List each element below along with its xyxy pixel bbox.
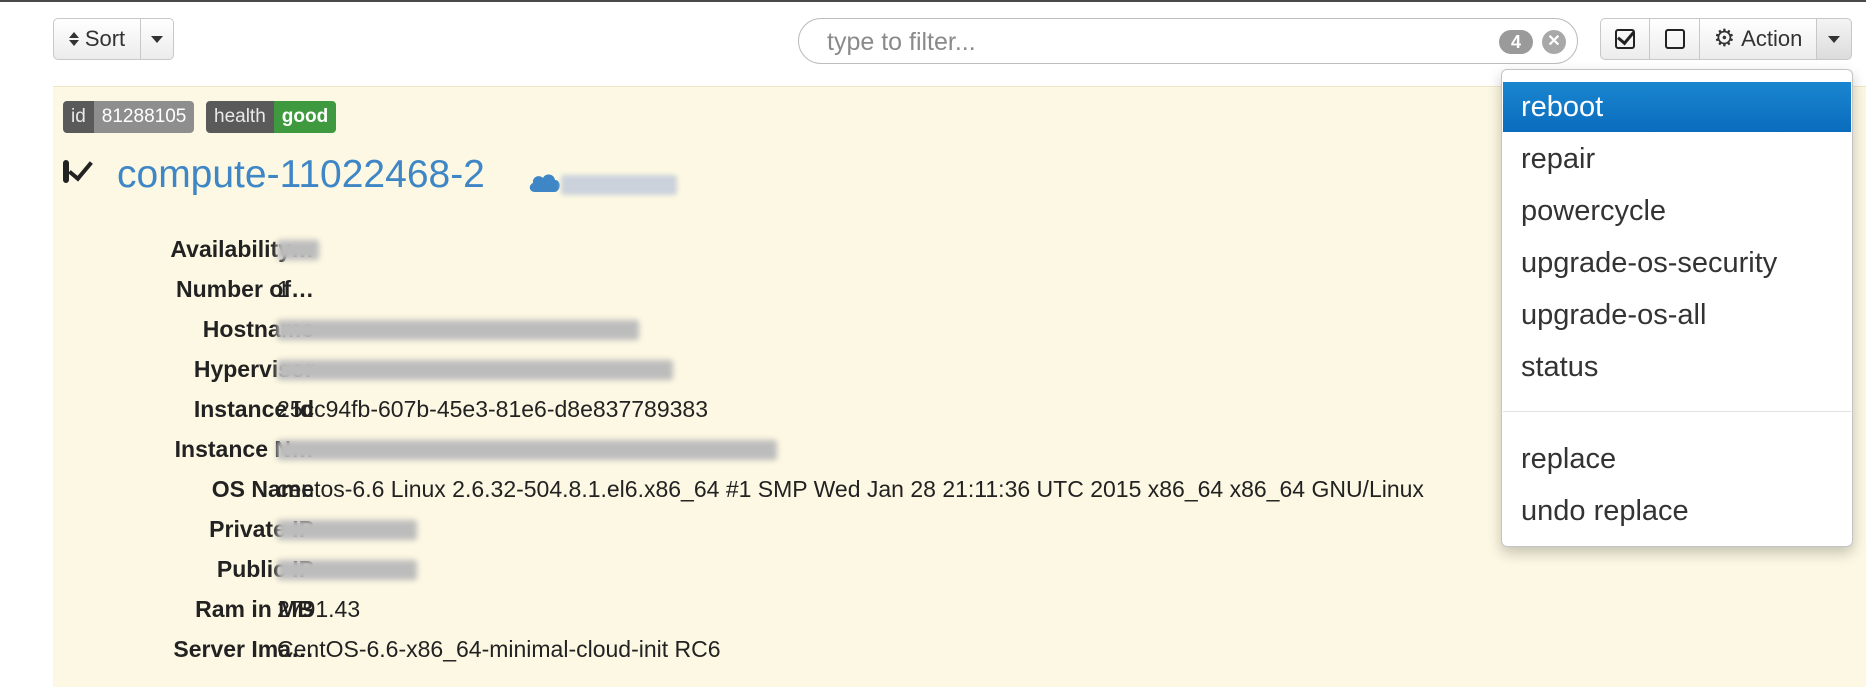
top-border (0, 0, 1866, 2)
health-label: health good (206, 101, 337, 133)
sort-label: Sort (84, 26, 126, 51)
property-row: Availability… (53, 228, 1553, 268)
menu-item-undo-replace[interactable]: undo replace (1503, 486, 1851, 536)
menu-item-reboot[interactable]: reboot (1503, 82, 1851, 132)
menu-item-upgrade-os-security[interactable]: upgrade-os-security (1503, 238, 1851, 288)
uncheck-all-button[interactable] (1650, 18, 1700, 60)
action-label: Action (1741, 26, 1803, 51)
caret-down-icon (151, 35, 163, 43)
menu-item-upgrade-os-all[interactable]: upgrade-os-all (1503, 290, 1851, 340)
filter-count-badge: 4 (1499, 30, 1533, 54)
checkbox-checked-icon (63, 160, 69, 183)
property-row: Public IP (53, 548, 1553, 588)
menu-divider (1503, 411, 1851, 412)
instance-title[interactable]: compute-11022468-2 (117, 153, 485, 197)
action-dropdown-menu: reboot repair powercycle upgrade-os-secu… (1501, 69, 1853, 547)
menu-item-powercycle[interactable]: powercycle (1503, 186, 1851, 236)
redacted-value (277, 520, 417, 540)
redacted-value (277, 320, 639, 340)
property-row: Instance Id 25cc94fb-607b-45e3-81e6-d8e8… (53, 388, 1553, 428)
filter-input[interactable] (825, 27, 1469, 57)
property-value: 25cc94fb-607b-45e3-81e6-d8e837789383 (277, 396, 708, 422)
clear-icon[interactable]: ✕ (1542, 30, 1566, 54)
sort-button[interactable]: Sort (53, 18, 141, 60)
sort-dropdown-toggle[interactable] (141, 18, 174, 60)
redacted-value (277, 360, 673, 380)
property-row: Server Ima… CentOS-6.6-x86_64-minimal-cl… (53, 628, 1553, 668)
gear-icon: ⚙ (1713, 25, 1736, 52)
uncheck-all-icon (1664, 29, 1685, 49)
cloud-icon (529, 174, 560, 192)
property-row: OS Name centos-6.6 Linux 2.6.32-504.8.1.… (53, 468, 1553, 508)
redacted-region (561, 175, 677, 195)
filter-box: 4 ✕ (798, 18, 1578, 64)
redacted-value (277, 560, 417, 580)
property-row: Number of… 1 (53, 268, 1553, 308)
sort-icon (68, 32, 79, 46)
property-row: Instance N… (53, 428, 1553, 468)
property-row: Hostname (53, 308, 1553, 348)
property-row: Private IP (53, 508, 1553, 548)
property-value: 1 (277, 276, 290, 302)
action-button[interactable]: ⚙ Action (1700, 18, 1817, 60)
menu-item-status[interactable]: status (1503, 342, 1851, 392)
property-value: CentOS-6.6-x86_64-minimal-cloud-init RC6 (277, 636, 721, 662)
instance-select-checkbox[interactable] (63, 160, 95, 191)
property-value: centos-6.6 Linux 2.6.32-504.8.1.el6.x86_… (277, 476, 1424, 502)
menu-item-repair[interactable]: repair (1503, 134, 1851, 184)
action-dropdown-toggle[interactable] (1817, 18, 1852, 60)
sort-button-group: Sort (53, 18, 174, 60)
menu-item-replace[interactable]: replace (1503, 434, 1851, 484)
property-row: Hypervisor (53, 348, 1553, 388)
id-label-key: id (63, 101, 94, 133)
health-label-key: health (206, 101, 274, 133)
health-label-value: good (273, 101, 337, 133)
redacted-value (277, 240, 319, 260)
id-label: id 81288105 (63, 101, 195, 133)
redacted-value (277, 440, 777, 460)
caret-down-icon (1828, 35, 1840, 43)
action-button-group: ⚙ Action (1600, 18, 1852, 60)
check-all-icon (1615, 29, 1635, 49)
property-row: Ram in MB 2791.43 (53, 588, 1553, 628)
id-label-value: 81288105 (93, 101, 195, 133)
property-value: 2791.43 (277, 596, 361, 622)
check-all-button[interactable] (1600, 18, 1650, 60)
